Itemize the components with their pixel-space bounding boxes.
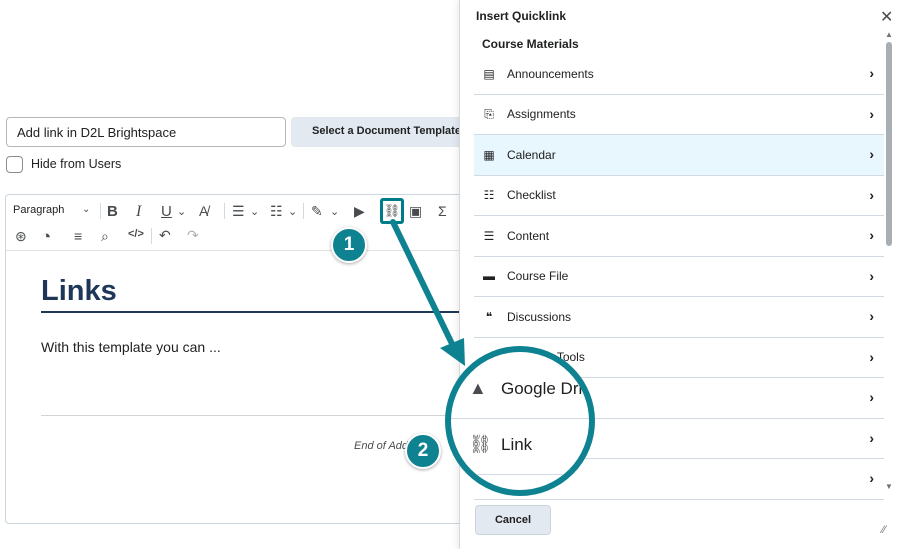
chevron-right-icon: › bbox=[869, 348, 874, 365]
list-icon[interactable]: ☷ bbox=[270, 203, 283, 220]
insert-stuff-icon[interactable]: ▶ bbox=[354, 203, 365, 220]
content-divider bbox=[41, 415, 471, 416]
magnified-item: ⛓ Link bbox=[469, 434, 532, 455]
chevron-right-icon: › bbox=[869, 389, 874, 405]
section-heading: Course Materials bbox=[482, 37, 579, 51]
align-icon[interactable]: ☰ bbox=[232, 203, 245, 220]
document-body-text: With this template you can ... bbox=[41, 339, 221, 355]
quicklink-item-label: Checklist bbox=[507, 188, 556, 203]
text-style-icon[interactable]: A̸ bbox=[199, 203, 208, 219]
magnified-item: ▲ Google Driv bbox=[469, 378, 591, 399]
magnified-label: Google Driv bbox=[501, 378, 591, 398]
step-badge-2: 2 bbox=[405, 433, 441, 469]
chevron-down-icon[interactable]: ⌄ bbox=[177, 205, 186, 218]
document-end-text: End of Add bbox=[354, 440, 409, 452]
document-heading: Links bbox=[41, 275, 117, 307]
heading-rule bbox=[41, 311, 471, 313]
quicklink-item[interactable]: ⎘ Assignments › bbox=[474, 95, 884, 135]
hide-from-users-label: Hide from Users bbox=[31, 157, 122, 171]
discussions-icon: ❝ bbox=[485, 309, 493, 324]
quicklink-item[interactable]: ▤ Announcements › bbox=[474, 54, 884, 95]
redo-icon[interactable]: ↷ bbox=[187, 227, 199, 244]
scroll-down-icon[interactable]: ▼ bbox=[885, 482, 893, 491]
link-icon: ⛓ bbox=[383, 203, 401, 218]
chevron-right-icon: › bbox=[869, 146, 874, 162]
checklist-icon: ☷ bbox=[483, 188, 495, 203]
title-input[interactable]: Add link in D2L Brightspace bbox=[6, 117, 286, 147]
insert-image-icon[interactable]: ▣ bbox=[409, 203, 422, 220]
chevron-right-icon: › bbox=[869, 105, 874, 122]
chevron-right-icon: › bbox=[869, 267, 874, 284]
chevron-down-icon[interactable]: ⌄ bbox=[82, 204, 90, 215]
dialog-title: Insert Quicklink bbox=[476, 9, 567, 23]
content-icon: ☰ bbox=[483, 228, 495, 243]
chevron-down-icon[interactable]: ⌄ bbox=[330, 205, 339, 218]
quicklink-item-label: Announcements bbox=[507, 66, 594, 81]
close-icon[interactable]: ✕ bbox=[880, 7, 893, 27]
select-template-button[interactable]: Select a Document Template bbox=[291, 117, 471, 147]
format-painter-icon[interactable]: ✎ bbox=[311, 203, 323, 220]
chevron-right-icon: › bbox=[869, 308, 874, 324]
chevron-down-icon[interactable]: ⌄ bbox=[288, 205, 297, 218]
toolbar-divider bbox=[224, 203, 225, 219]
chevron-right-icon: › bbox=[869, 186, 874, 203]
chevron-down-icon[interactable]: ⌄ bbox=[250, 205, 259, 218]
scrollbar[interactable]: ▲ ▼ bbox=[885, 30, 893, 492]
accessibility-checker-icon[interactable]: ⊛ bbox=[15, 228, 27, 245]
toolbar-divider bbox=[151, 228, 152, 244]
hide-from-users-row[interactable]: Hide from Users bbox=[6, 155, 121, 173]
bold-button[interactable]: B bbox=[107, 203, 118, 220]
link-icon: ⛓ bbox=[469, 434, 492, 454]
quicklink-item[interactable]: ▦ Calendar › bbox=[474, 135, 884, 176]
italic-button[interactable]: I bbox=[136, 203, 141, 221]
chevron-right-icon: › bbox=[869, 65, 874, 81]
scroll-thumb[interactable] bbox=[886, 42, 892, 246]
undo-icon[interactable]: ↶ bbox=[159, 227, 171, 244]
chevron-right-icon: › bbox=[869, 429, 874, 446]
quicklink-item[interactable]: ❝ Discussions › bbox=[474, 297, 884, 338]
source-code-icon[interactable]: </> bbox=[128, 228, 144, 240]
calendar-icon: ▦ bbox=[483, 147, 495, 162]
magnified-label: Link bbox=[501, 434, 533, 454]
toolbar-divider bbox=[303, 203, 304, 219]
chevron-right-icon: › bbox=[869, 470, 874, 486]
chevron-right-icon: › bbox=[869, 227, 874, 243]
toolbar-divider bbox=[100, 203, 101, 219]
underline-button[interactable]: U bbox=[161, 203, 172, 220]
insert-quicklink-button[interactable]: ⛓ bbox=[380, 198, 404, 224]
scroll-up-icon[interactable]: ▲ bbox=[885, 30, 893, 39]
step-badge-1: 1 bbox=[331, 227, 367, 263]
quicklink-item-label: Content bbox=[507, 228, 550, 243]
quicklink-item[interactable]: ☰ Content › bbox=[474, 216, 884, 257]
magnified-divider bbox=[451, 418, 589, 419]
editor-toolbar: Paragraph ⌄ B I U ⌄ A̸ ☰ ⌄ ☷ ⌄ ✎ ⌄ ▶ ⛓ ▣… bbox=[6, 195, 474, 251]
equation-icon[interactable]: Σ bbox=[438, 203, 447, 219]
word-count-icon[interactable]: ≡ bbox=[74, 228, 82, 244]
quicklink-item-label: Discussions bbox=[507, 309, 572, 324]
find-replace-icon[interactable]: ⌕ bbox=[101, 228, 109, 245]
announcements-icon: ▤ bbox=[483, 66, 495, 81]
magnified-divider bbox=[451, 474, 589, 475]
readability-icon[interactable]: ◔ bbox=[41, 227, 51, 247]
quicklink-item[interactable]: ☷ Checklist › bbox=[474, 176, 884, 216]
zoom-callout: ▲ Google Driv ⛓ Link bbox=[445, 346, 595, 496]
html-editor[interactable]: Paragraph ⌄ B I U ⌄ A̸ ☰ ⌄ ☷ ⌄ ✎ ⌄ ▶ ⛓ ▣… bbox=[5, 194, 475, 524]
paragraph-format-select[interactable]: Paragraph bbox=[13, 204, 64, 216]
cancel-button[interactable]: Cancel bbox=[475, 505, 551, 535]
quicklink-item-label: Course File bbox=[507, 269, 569, 284]
google-drive-icon: ▲ bbox=[469, 378, 487, 398]
quicklink-item[interactable]: ▬ Course File › bbox=[474, 257, 884, 297]
assignments-icon: ⎘ bbox=[484, 106, 494, 121]
quicklink-item-label: Calendar bbox=[507, 147, 556, 162]
folder-icon: ▬ bbox=[483, 269, 495, 284]
resize-grip-icon[interactable]: ⁄⁄ bbox=[882, 524, 886, 536]
hide-from-users-checkbox[interactable] bbox=[6, 155, 23, 173]
quicklink-item-label: Assignments bbox=[507, 107, 576, 122]
